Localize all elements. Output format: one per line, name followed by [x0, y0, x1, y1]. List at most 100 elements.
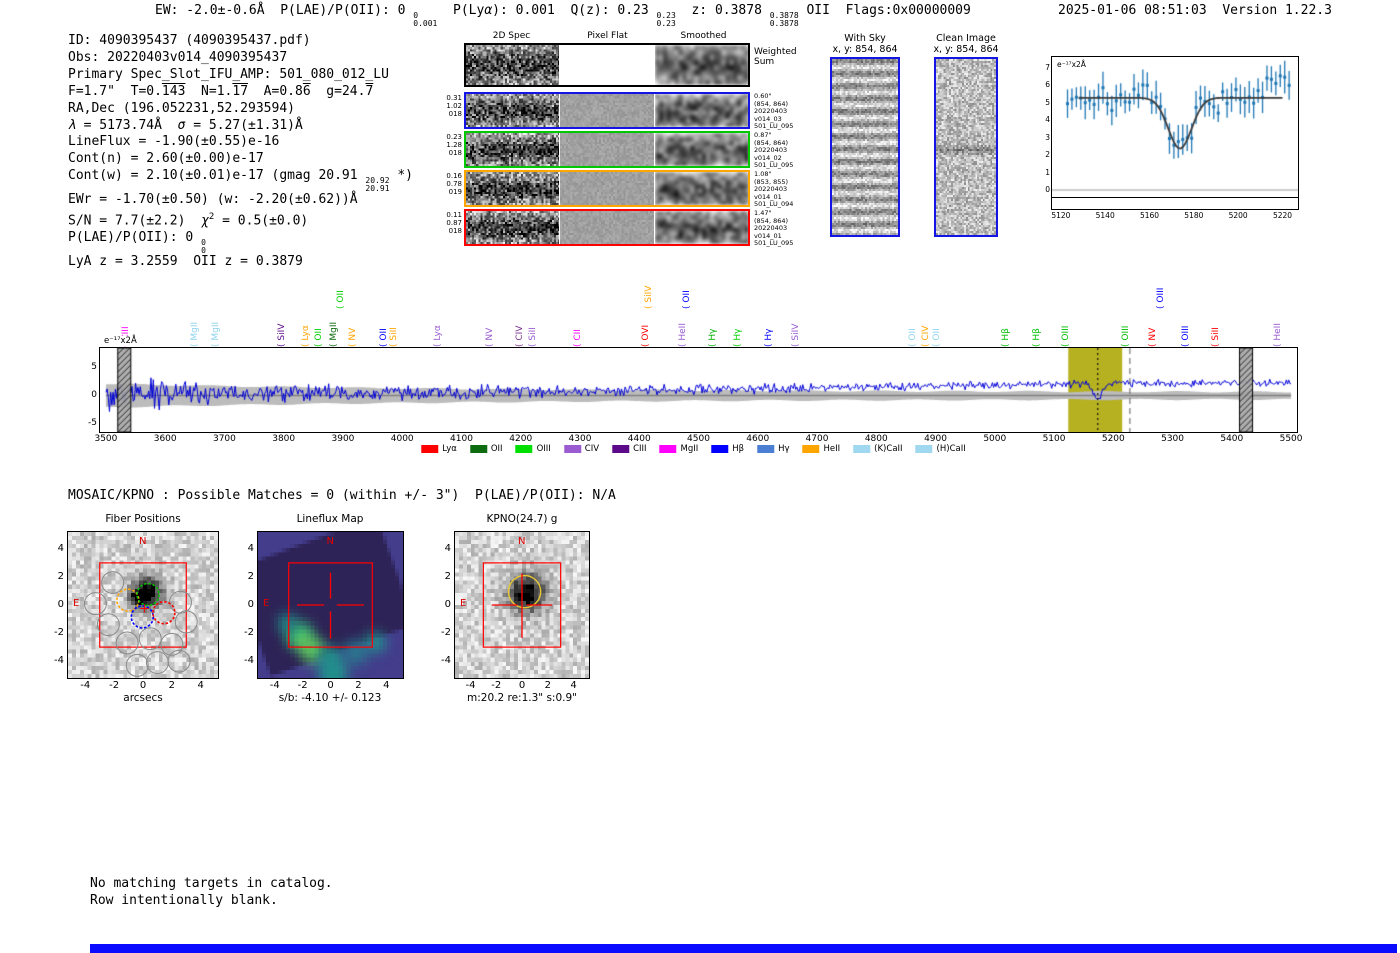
fiber-row-meta: 1.47" (854, 864) 20220403 v014_01 501_LU…	[754, 209, 794, 248]
fit-y-tick-label: 7	[1045, 62, 1050, 72]
spectrum-canvas	[100, 348, 1297, 432]
legend-label: Hβ	[732, 444, 745, 454]
spectrum-x-tick-label: 5100	[1042, 434, 1066, 444]
fit-y-tick-label: 3	[1045, 132, 1050, 142]
fiber-row-meta: 0.60" (854, 864) 20220403 v014_03 501_LU…	[754, 92, 794, 131]
fit-x-tick-label: 5200	[1228, 211, 1248, 220]
selected-fiber-circle	[136, 582, 160, 607]
spectrum-x-tick-label: 4200	[509, 434, 533, 444]
pixel-image	[654, 172, 748, 205]
cutout-y-tick-label: -4	[54, 655, 64, 667]
spectrum-x-tick-label: 4900	[924, 434, 947, 444]
clean-image-coords: x, y: 854, 864	[933, 44, 999, 55]
fit-y-tick-label: 6	[1045, 80, 1050, 89]
spectrum-x-tick-label: 4800	[864, 434, 888, 444]
pixel-image	[466, 211, 560, 244]
spectral-line-label: ( Hβ	[1001, 328, 1012, 347]
legend-item: MgII	[659, 444, 698, 454]
spectrum-x-tick-label: 4600	[746, 434, 770, 444]
spectral-line-label: ( OIII	[1061, 325, 1072, 347]
fiber-row-weights: 0.23 1.28 018	[446, 133, 462, 157]
fiber-circle	[115, 631, 139, 655]
pixel-image	[466, 45, 560, 85]
legend-item: (H)CaII	[915, 444, 966, 454]
cutout-overlay	[482, 562, 562, 648]
fiber-row-weights: 0.16 0.78 019	[446, 172, 462, 196]
header-summary: EW: -2.0±-0.6Å P(LAE)/P(OII): 0 0 0.001 P…	[155, 3, 971, 28]
cutout-y-tick-label: 0	[247, 599, 254, 610]
selected-fiber-circle	[152, 600, 176, 625]
cutout-x-tick-label: -2	[491, 680, 502, 691]
pixel-image	[654, 45, 748, 85]
spectral-line-label: ( CIV	[921, 325, 932, 347]
fiber-positions-image	[67, 531, 219, 679]
weighted-sum-label-line: Sum	[754, 57, 775, 67]
spec2d-fiber-row	[464, 209, 750, 246]
pixel-image	[560, 94, 654, 127]
legend-swatch	[469, 445, 487, 453]
spectrum-x-tick-label: 5300	[1161, 434, 1184, 444]
spectrum-x-tick-label: 5500	[1279, 434, 1303, 444]
legend-item: OII	[469, 444, 503, 454]
spectrum-x-tick-label: 3700	[212, 434, 236, 444]
spec2d-fiber-row	[464, 170, 750, 207]
compass-north: N	[139, 536, 147, 547]
cutout-y-tick-label: -2	[54, 627, 64, 639]
cutout-overlay	[288, 562, 373, 648]
spectral-line-label: ( NV	[348, 327, 359, 347]
legend-swatch	[853, 445, 871, 453]
spectrum-x-tick-label: 5200	[1101, 434, 1125, 444]
cutout-y-tick-label: -2	[244, 627, 254, 639]
cutout-y-tick-label: -2	[441, 627, 451, 639]
spectral-line-label: ( OIII	[1181, 325, 1192, 347]
compass-east: E	[263, 598, 270, 609]
fiber-circle	[169, 590, 192, 614]
legend-item: HeII	[802, 444, 840, 454]
spectrum-y-tick-label: 5	[91, 361, 97, 372]
cutout-y-tick-label: 0	[444, 599, 451, 610]
cutout-x-tick-label: 4	[197, 680, 204, 691]
spectral-line-label: ( OII	[314, 328, 325, 347]
cutout-x-tick-label: -4	[465, 680, 476, 691]
spectral-line-label: ( NV	[484, 327, 495, 347]
cutout-y-tick-label: 4	[57, 542, 64, 554]
fit-y-tick-label: 0	[1045, 185, 1050, 194]
spectral-line-label: ( CIV	[515, 325, 526, 347]
cutout-x-tick-label: 2	[544, 680, 551, 691]
spectral-line-label: ( SiII	[1210, 327, 1221, 347]
pixel-image	[466, 172, 560, 205]
legend-swatch	[915, 445, 933, 453]
spectral-line-label: ( SiII	[388, 327, 399, 347]
spectral-line-label: ( SiIV	[644, 285, 655, 309]
classification-color-bar	[90, 944, 1397, 953]
kpno-image	[454, 531, 590, 679]
spectrum-x-tick-label: 4100	[450, 434, 473, 444]
fiber-positions-xlabel: arcsecs	[123, 692, 163, 704]
fiber-circle	[125, 653, 149, 677]
info-line: RA,Dec (196.052231,52.293594)	[68, 100, 295, 116]
spectrum-units-label: e⁻¹⁷x2Å	[104, 336, 137, 346]
cutout-x-tick-label: 0	[518, 680, 526, 691]
cutout-x-tick-label: -4	[269, 680, 280, 691]
clean-image-title: Clean Image	[936, 33, 996, 44]
info-line: LyA z = 3.2559 OII z = 0.3879	[68, 254, 303, 270]
legend-label: CIV	[584, 444, 600, 454]
legend-swatch	[421, 445, 439, 453]
cutout-y-tick-label: 2	[247, 570, 254, 582]
photometric-aperture	[507, 574, 542, 609]
kpno-title: KPNO(24.7) g	[486, 513, 558, 525]
cutout-y-tick-label: 4	[247, 542, 254, 554]
spectrum-x-tick-label: 4500	[687, 434, 710, 444]
spec2d-col-header: Smoothed	[680, 31, 727, 41]
spectrum-x-tick-label: 4300	[568, 434, 592, 444]
header-datetime-version: 2025-01-06 08:51:03 Version 1.22.3	[1058, 3, 1332, 18]
spectral-line-label: ( Hγ	[764, 328, 775, 347]
fiber-circle	[83, 592, 107, 616]
cutout-x-tick-label: 0	[139, 680, 147, 691]
lineflux-map-title: Lineflux Map	[296, 513, 364, 525]
cutout-x-tick-label: 4	[570, 680, 577, 691]
legend-item: CIV	[563, 444, 600, 454]
spectral-line-label: ( OVI	[641, 324, 652, 347]
info-line: S/N = 7.7(±2.2) χ2 = 0.5(±0.0)	[68, 212, 309, 229]
fiber-row-weights: 0.11 0.87 018	[446, 211, 462, 235]
